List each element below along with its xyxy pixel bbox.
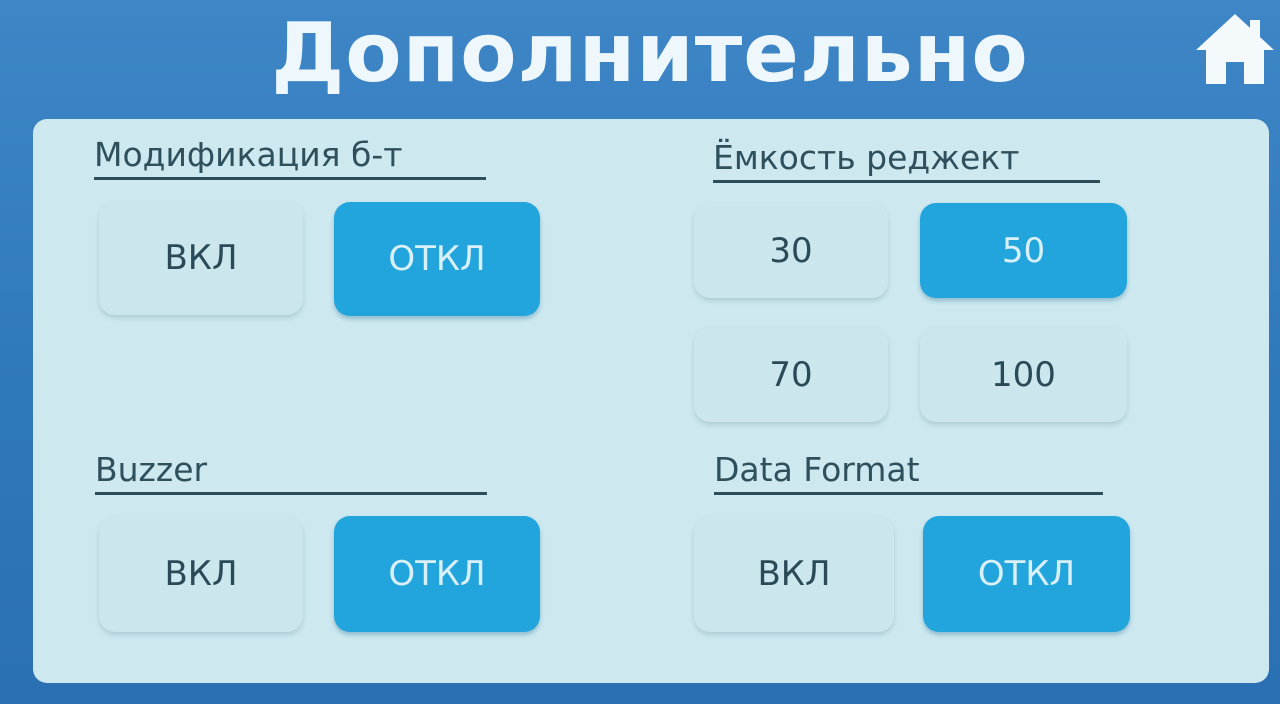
home-button[interactable] [1192,8,1278,88]
data-format-on-button[interactable]: ВКЛ [694,516,894,632]
settings-panel: Модификация б-т ВКЛ ОТКЛ Ёмкость реджект… [33,119,1269,683]
buzzer-on-button[interactable]: ВКЛ [99,516,303,632]
section-label-buzzer: Buzzer [95,450,487,495]
section-label-data-format: Data Format [714,450,1103,495]
capacity-100-button[interactable]: 100 [920,327,1127,422]
section-label-reject-capacity: Ёмкость реджект [713,138,1100,183]
data-format-off-button[interactable]: ОТКЛ [923,516,1130,632]
modification-on-button[interactable]: ВКЛ [99,201,303,315]
buzzer-off-button[interactable]: ОТКЛ [334,516,540,632]
modification-off-button[interactable]: ОТКЛ [334,202,540,316]
home-icon [1196,14,1274,84]
capacity-70-button[interactable]: 70 [694,327,888,422]
section-label-modification: Модификация б-т [94,135,486,180]
capacity-50-button[interactable]: 50 [920,203,1127,298]
page-title: Дополнительно [271,6,1029,101]
capacity-30-button[interactable]: 30 [694,203,888,298]
